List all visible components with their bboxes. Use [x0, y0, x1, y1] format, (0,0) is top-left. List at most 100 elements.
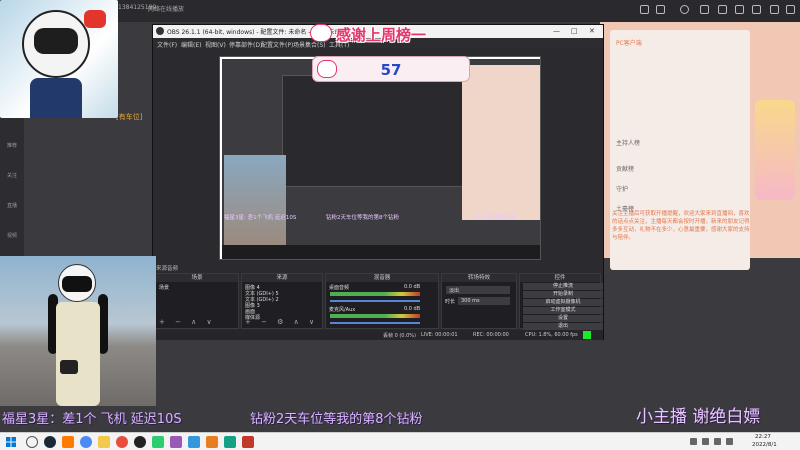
announcement-text: 关注主播后可获取开播提醒，欢迎大家来到直播间，喜欢的话点点关注，主播每天都会按时…: [612, 211, 750, 241]
rank-tab[interactable]: 守护: [616, 184, 628, 193]
app-icon[interactable]: [116, 436, 128, 448]
nav-item[interactable]: 视频: [3, 232, 21, 239]
avatar[interactable]: [680, 5, 689, 14]
menu-icon[interactable]: [735, 5, 744, 14]
nested-subtitle-left: 福星3星: 差1个飞机 延迟10S: [224, 215, 297, 221]
dock-title: 场景: [156, 274, 238, 282]
dock-toolbar[interactable]: + − ⚙ ∧ ∨: [245, 318, 318, 326]
cartoon-visor: [34, 28, 78, 54]
clock-time[interactable]: 22:27: [755, 434, 771, 440]
studio-mode-button[interactable]: 工作室模式: [523, 307, 603, 314]
app-icon[interactable]: [188, 436, 200, 448]
app-icon[interactable]: [170, 436, 182, 448]
banner-text: 感谢上周榜一: [336, 26, 427, 44]
tray-up-icon[interactable]: [690, 438, 697, 445]
maximize-icon[interactable]: [770, 5, 779, 14]
dock-title: 控件: [520, 274, 600, 282]
network-icon[interactable]: [702, 438, 709, 445]
dropped-frames: 丢帧 0 (0.0%): [383, 333, 416, 339]
volume-slider[interactable]: [330, 322, 420, 324]
nested-obs-window: [282, 75, 472, 187]
app-icon[interactable]: [206, 436, 218, 448]
start-recording-button[interactable]: 开始录制: [523, 291, 603, 298]
bell-icon[interactable]: [640, 5, 649, 14]
rank-tab[interactable]: 贡献榜: [616, 164, 634, 173]
ime-icon[interactable]: [726, 438, 733, 445]
app-icon[interactable]: [242, 436, 254, 448]
obs-status-bar: 丢帧 0 (0.0%) LIVE: 00:00:01 REC: 00:00:00…: [153, 330, 603, 340]
browser-tab[interactable]: 网络在线播放: [148, 4, 184, 13]
minimize-button[interactable]: —: [553, 27, 560, 35]
steam-icon[interactable]: [44, 436, 56, 448]
obs-icon[interactable]: [134, 436, 146, 448]
pc-client-link[interactable]: PC客户端: [616, 38, 642, 47]
menu-file[interactable]: 文件(F): [157, 40, 177, 49]
volume-icon[interactable]: [714, 438, 721, 445]
wechat-icon[interactable]: [152, 436, 164, 448]
nested-subtitle-right: 小主播 谢绝白嫖: [476, 215, 517, 221]
taskbar: 22:27 2022/8/1: [0, 432, 800, 450]
folder-icon[interactable]: [98, 436, 110, 448]
menu-view[interactable]: 视图(V): [205, 40, 226, 49]
scenes-dock: 场景 场景 + − ∧ ∨: [155, 273, 239, 329]
dock-title: 混音器: [326, 274, 438, 282]
sources-dock: 来源 图像 4 文本 (GDI+) 5 文本 (GDI+) 2 图像 3 画面 …: [241, 273, 323, 329]
download-icon[interactable]: [718, 5, 727, 14]
scene-item[interactable]: 场景: [159, 284, 169, 291]
visor: [62, 276, 92, 292]
thanks-banner: 感谢上周榜一: [306, 22, 476, 50]
nav-item[interactable]: 关注: [3, 172, 21, 179]
transition-select[interactable]: 淡出: [446, 286, 510, 294]
cloud-mascot-icon: [310, 24, 332, 42]
rec-timer: REC: 00:00:00: [473, 332, 509, 338]
clock-date[interactable]: 2022/8/1: [752, 442, 777, 448]
duration-field[interactable]: 300 ms: [458, 297, 510, 305]
dock-title: 转场特效: [442, 274, 516, 282]
room-tag: [有车位]: [116, 113, 143, 121]
nav-item[interactable]: 推荐: [3, 142, 21, 149]
mixer-db-readout: 0.0 dB: [404, 284, 421, 290]
mixer-track-label: 桌面音频: [329, 285, 350, 291]
obs-logo-icon: [156, 27, 164, 35]
overlay-subtitle-left: 福星3星：差1个 飞机 延迟10S: [2, 412, 182, 427]
maximize-button[interactable]: □: [571, 27, 578, 35]
volume-slider[interactable]: [330, 300, 420, 302]
shirt-icon[interactable]: [700, 5, 709, 14]
menu-edit[interactable]: 编辑(E): [181, 40, 201, 49]
settings-button[interactable]: 设置: [523, 315, 603, 322]
menu-docks[interactable]: 停靠部件(D): [229, 40, 262, 49]
bow-icon: [84, 10, 106, 28]
app-icon[interactable]: [224, 436, 236, 448]
nested-subtitle-mid: 钻粉2天车位等我的第8个钻粉: [326, 215, 399, 221]
close-icon[interactable]: [786, 5, 795, 14]
cartoon-body: [30, 78, 82, 118]
close-button[interactable]: ✕: [589, 27, 595, 35]
menu-profile[interactable]: 配置文件(P): [261, 40, 293, 49]
nav-item[interactable]: 直播: [3, 202, 21, 209]
obs-preview-canvas[interactable]: 福星3星: 差1个飞机 延迟10S 钻粉2天车位等我的第8个钻粉 小主播 谢绝白…: [219, 56, 541, 260]
overlay-subtitle-right: 小主播 谢绝白嫖: [636, 407, 761, 427]
mixer-db-readout: 0.0 dB: [404, 306, 421, 312]
transitions-dock: 转场特效 淡出 时长 300 ms: [441, 273, 517, 329]
overlay-subtitle-mid: 钻粉2天车位等我的第8个钻粉: [250, 412, 423, 427]
live-timer: LIVE: 00:00:01: [421, 332, 458, 338]
app-icon[interactable]: [62, 436, 74, 448]
bag: [60, 360, 78, 374]
virtual-camera-button[interactable]: 启动虚拟摄像机: [523, 299, 603, 306]
rank-tab[interactable]: 主持人榜: [616, 138, 640, 147]
counter-widget: 57: [312, 56, 470, 82]
dock-toolbar[interactable]: + − ∧ ∨: [159, 318, 216, 326]
stop-streaming-button[interactable]: 停止推流: [523, 283, 603, 290]
message-icon[interactable]: [656, 5, 665, 14]
browser-top-bar: 三国 1384125199 网络在线播放: [0, 0, 800, 22]
windows-start-icon[interactable]: [6, 437, 16, 447]
promo-banner[interactable]: [755, 100, 795, 200]
dock-title: 来源: [242, 274, 322, 282]
search-icon[interactable]: [26, 436, 38, 448]
minimize-icon[interactable]: [752, 5, 761, 14]
dock-header: 来源音频: [156, 266, 179, 272]
exit-button[interactable]: 退出: [523, 323, 603, 330]
mixer-track-label: 麦克风/Aux: [329, 307, 356, 313]
volume-meter: [330, 292, 420, 296]
browser-icon[interactable]: [80, 436, 92, 448]
